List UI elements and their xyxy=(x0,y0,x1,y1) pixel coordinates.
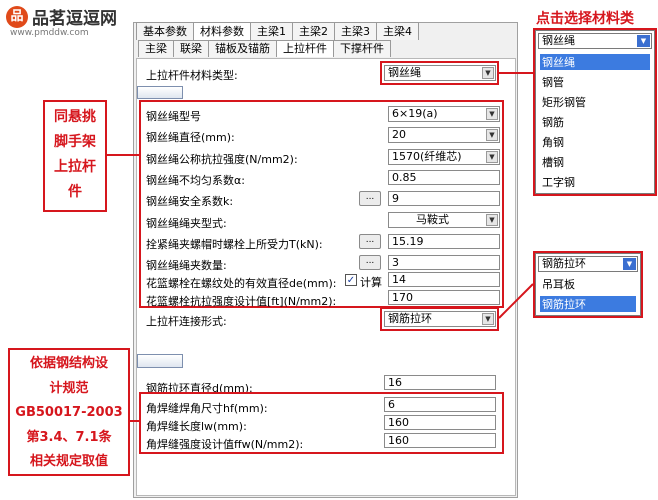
material-dropdown-highlight xyxy=(533,28,657,196)
weld-size-label: 角焊缝焊角尺寸hf(mm): xyxy=(146,402,268,415)
callout-line: 同悬挑 xyxy=(54,109,96,125)
subtab-main-beam[interactable]: 主梁 xyxy=(138,40,174,57)
tab-basic-params[interactable]: 基本参数 xyxy=(136,22,194,40)
clamp-count-label: 钢丝绳绳夹数量: xyxy=(146,259,227,272)
callout-same-as-cantilever: 同悬挑 脚手架 上拉杆 件 xyxy=(43,100,107,212)
callout-code-reference: 依据钢结构设 计规范 GB50017-2003 第3.4、7.1条 相关规定取值 xyxy=(8,348,130,476)
connector-line xyxy=(499,72,533,74)
calculate-label: 计算 xyxy=(360,276,382,289)
tab-main-beam-1[interactable]: 主梁1 xyxy=(250,22,293,40)
tab-main-beam-3[interactable]: 主梁3 xyxy=(334,22,377,40)
tab-main-beam-2[interactable]: 主梁2 xyxy=(292,22,335,40)
chevron-down-icon: ▼ xyxy=(486,108,498,120)
rope-diameter-select[interactable]: 20 ▼ xyxy=(388,127,500,143)
callout-line: 上拉杆 xyxy=(54,159,96,175)
rope-model-label: 钢丝绳型号 xyxy=(146,110,201,123)
thread-diameter-label: 花篮螺栓在螺纹处的有效直径de(mm): xyxy=(146,277,337,290)
chevron-down-icon: ▼ xyxy=(486,214,498,226)
section-toggle-button[interactable] xyxy=(137,86,183,99)
callout-line: 第3.4、7.1条 xyxy=(26,429,112,445)
rope-strength-value: 1570(纤维芯) xyxy=(392,150,462,163)
weld-size-input[interactable]: 6 xyxy=(384,397,496,412)
connector-line xyxy=(107,154,139,156)
clamp-count-more-button[interactable]: ... xyxy=(359,255,381,270)
connect-type-label: 上拉杆连接形式: xyxy=(146,315,227,328)
uneven-coefficient-input[interactable]: 0.85 xyxy=(388,170,500,185)
uneven-coefficient-label: 钢丝绳不均匀系数α: xyxy=(146,174,245,187)
safety-factor-label: 钢丝绳安全系数k: xyxy=(146,195,234,208)
rope-strength-label: 钢丝绳公称抗拉强度(N/mm2): xyxy=(146,153,298,166)
calculate-checkbox[interactable]: ✓ xyxy=(345,274,357,286)
clamp-type-select[interactable]: 马鞍式 ▼ xyxy=(388,212,500,228)
logo-title: 品茗逗逗网 xyxy=(32,9,117,29)
weld-strength-input[interactable]: 160 xyxy=(384,433,496,448)
material-type-highlight xyxy=(380,61,499,85)
safety-factor-input[interactable]: 9 xyxy=(388,191,500,206)
bolt-tension-label: 拴紧绳夹螺帽时螺栓上所受力T(kN): xyxy=(146,238,323,251)
callout-line: GB50017-2003 xyxy=(15,405,123,420)
chevron-down-icon: ▼ xyxy=(486,129,498,141)
rope-model-select[interactable]: 6×19(a) ▼ xyxy=(388,106,500,122)
logo-badge: 品 xyxy=(6,6,28,28)
callout-line: 计规范 xyxy=(49,380,89,396)
logo-url: www.pmddw.com xyxy=(10,28,89,38)
bolt-tension-more-button[interactable]: ... xyxy=(359,234,381,249)
callout-line: 依据钢结构设 xyxy=(29,356,108,371)
tab-main-beam-4[interactable]: 主梁4 xyxy=(376,22,419,40)
subtab-upper-rod[interactable]: 上拉杆件 xyxy=(276,40,334,57)
clamp-type-value: 马鞍式 xyxy=(416,213,449,226)
safety-factor-more-button[interactable]: ... xyxy=(359,191,381,206)
connect-dropdown-highlight xyxy=(533,251,643,318)
tab-material-params[interactable]: 材料参数 xyxy=(193,22,251,40)
bolt-tension-input[interactable]: 15.19 xyxy=(388,234,500,249)
subtab-anchor-plate[interactable]: 锚板及锚筋 xyxy=(208,40,277,57)
rope-strength-select[interactable]: 1570(纤维芯) ▼ xyxy=(388,149,500,165)
subtab-lower-strut[interactable]: 下撑杆件 xyxy=(333,40,391,57)
site-logo: 品 品茗逗逗网 www.pmddw.com xyxy=(6,4,126,40)
clamp-type-label: 钢丝绳绳夹型式: xyxy=(146,217,227,230)
connect-type-highlight xyxy=(380,307,499,331)
weld-length-input[interactable]: 160 xyxy=(384,415,496,430)
callout-line: 相关规定取值 xyxy=(29,454,108,469)
clamp-count-input[interactable]: 3 xyxy=(388,255,500,270)
thread-diameter-input[interactable]: 14 xyxy=(388,272,500,287)
rope-diameter-value: 20 xyxy=(392,128,406,141)
bolt-strength-input[interactable]: 170 xyxy=(388,290,500,305)
connector-line xyxy=(130,420,140,422)
sub-tab-bar: 主梁 联梁 锚板及锚筋 上拉杆件 下撑杆件 xyxy=(138,40,391,58)
ring-diameter-input[interactable]: 16 xyxy=(384,375,496,390)
callout-select-material: 点击选择材料类 xyxy=(536,11,634,27)
rope-diameter-label: 钢丝绳直径(mm): xyxy=(146,131,235,144)
rope-model-value: 6×19(a) xyxy=(392,107,438,120)
material-type-label: 上拉杆件材料类型: xyxy=(146,69,238,82)
main-tab-bar: 基本参数 材料参数 主梁1 主梁2 主梁3 主梁4 xyxy=(136,22,419,40)
chevron-down-icon: ▼ xyxy=(486,151,498,163)
callout-line: 脚手架 xyxy=(54,134,96,150)
connector-diagonal xyxy=(498,283,534,319)
section-toggle-button-2[interactable] xyxy=(137,354,183,368)
weld-length-label: 角焊缝长度lw(mm): xyxy=(146,420,247,433)
subtab-tie-beam[interactable]: 联梁 xyxy=(173,40,209,57)
bolt-strength-label: 花篮螺栓抗拉强度设计值[ft](N/mm2): xyxy=(146,295,337,308)
callout-line: 件 xyxy=(68,184,82,200)
weld-strength-label: 角焊缝强度设计值ffw(N/mm2): xyxy=(146,438,304,451)
